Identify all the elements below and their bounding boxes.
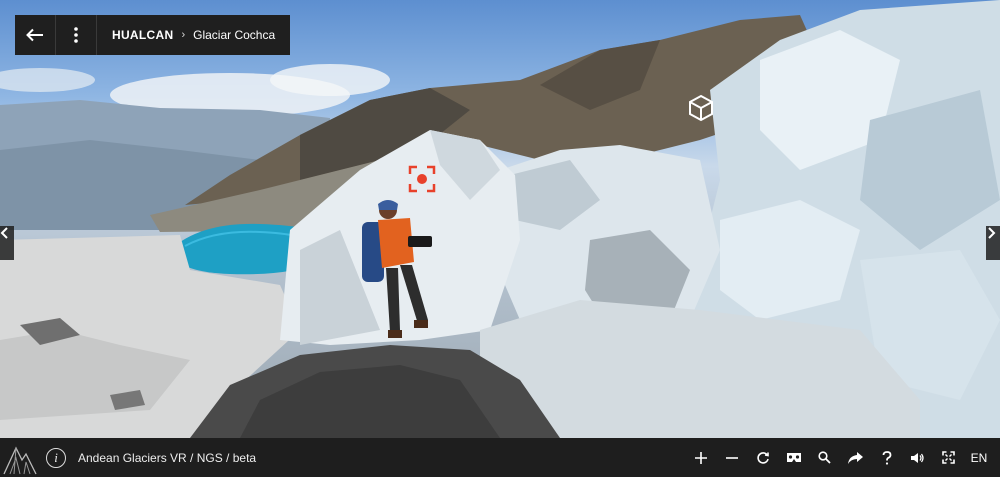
next-scene-button[interactable] bbox=[986, 226, 1000, 260]
zoom-in-button[interactable] bbox=[685, 438, 716, 477]
vr-mode-button[interactable] bbox=[778, 438, 809, 477]
photo-target-icon bbox=[408, 165, 436, 193]
breadcrumb: HUALCAN › Glaciar Cochca bbox=[97, 15, 290, 55]
app-logo[interactable] bbox=[0, 438, 40, 477]
help-icon bbox=[882, 450, 891, 465]
panorama-view[interactable] bbox=[0, 0, 1000, 438]
share-icon bbox=[848, 451, 863, 464]
search-icon bbox=[818, 451, 831, 464]
hotspot-photo[interactable] bbox=[408, 165, 436, 193]
cube-icon bbox=[689, 94, 713, 122]
help-button[interactable] bbox=[871, 438, 902, 477]
zoom-in-icon bbox=[694, 451, 707, 464]
toolbar-tools: EN bbox=[685, 438, 1000, 477]
more-vertical-icon bbox=[74, 27, 78, 43]
language-selector[interactable]: EN bbox=[964, 451, 994, 465]
mountain-logo-icon bbox=[3, 445, 37, 474]
top-header: HUALCAN › Glaciar Cochca bbox=[15, 15, 291, 55]
arrow-left-icon bbox=[26, 28, 43, 42]
bottom-toolbar: i Andean Glaciers VR / NGS / beta EN bbox=[0, 438, 1000, 477]
hotspot-3d-model[interactable] bbox=[688, 94, 714, 122]
zoom-out-icon bbox=[725, 456, 738, 459]
chevron-right-icon bbox=[988, 227, 996, 239]
chevron-left-icon bbox=[0, 227, 8, 239]
breadcrumb-scene: Glaciar Cochca bbox=[193, 28, 276, 42]
panorama-image bbox=[0, 0, 1000, 438]
volume-icon bbox=[910, 452, 924, 463]
breadcrumb-separator: › bbox=[181, 29, 186, 41]
back-button[interactable] bbox=[15, 15, 56, 55]
app-title: Andean Glaciers VR / NGS / beta bbox=[78, 450, 257, 465]
info-button[interactable]: i bbox=[46, 447, 66, 468]
autorotate-button[interactable] bbox=[747, 438, 778, 477]
search-button[interactable] bbox=[809, 438, 840, 477]
prev-scene-button[interactable] bbox=[0, 226, 14, 260]
fullscreen-button[interactable] bbox=[933, 438, 964, 477]
menu-button[interactable] bbox=[56, 15, 97, 55]
fullscreen-icon bbox=[942, 451, 955, 464]
vr-headset-icon bbox=[786, 453, 801, 462]
breadcrumb-location[interactable]: HUALCAN bbox=[112, 28, 173, 42]
sound-button[interactable] bbox=[902, 438, 933, 477]
share-button[interactable] bbox=[840, 438, 871, 477]
autorotate-icon bbox=[756, 451, 769, 464]
zoom-out-button[interactable] bbox=[716, 438, 747, 477]
